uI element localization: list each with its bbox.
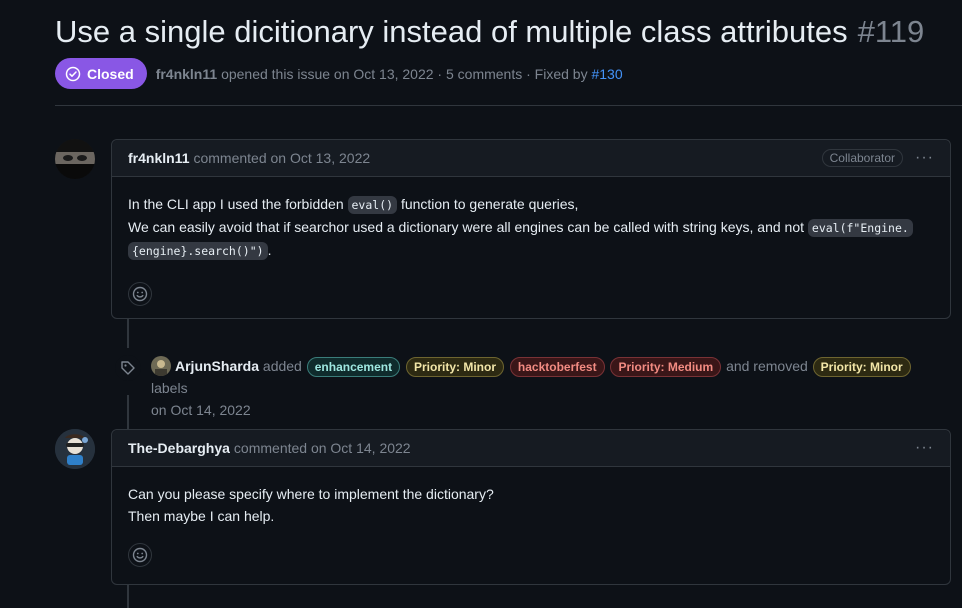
inline-code: {engine}.search()"): [128, 242, 268, 260]
comment-author[interactable]: fr4nkln11: [128, 150, 189, 166]
inline-code: eval(f"Engine.: [807, 219, 913, 237]
smiley-icon: [132, 547, 148, 563]
comment-card: The-Debarghya commented on Oct 14, 2022 …: [111, 429, 951, 585]
comment-text: In the CLI app I used the forbidden: [128, 196, 344, 212]
comment-text: Can you please specify where to implemen…: [128, 486, 494, 502]
issue-meta: Closed fr4nkln11 opened this issue on Oc…: [55, 58, 623, 89]
event-date[interactable]: on Oct 14, 2022: [151, 402, 251, 418]
status-badge: Closed: [55, 58, 147, 89]
label-priority-minor[interactable]: Priority: Minor: [405, 357, 504, 377]
issue-title-text: Use a single dicitionary instead of mult…: [55, 14, 848, 49]
issue-opened-text: opened this issue on Oct 13, 2022 · 5 co…: [221, 65, 588, 82]
collaborator-badge: Collaborator: [821, 149, 904, 167]
comment-body: Can you please specify where to implemen…: [112, 467, 950, 567]
add-reaction-button[interactable]: [128, 282, 152, 306]
smiley-icon: [132, 286, 148, 302]
event-added-text: added: [262, 358, 302, 374]
label-hacktoberfest[interactable]: hacktoberfest: [509, 357, 605, 377]
fixed-by-link[interactable]: #130: [591, 66, 622, 82]
header-divider: [55, 105, 962, 106]
event-removed-text: and removed: [726, 358, 808, 374]
kebab-menu-icon[interactable]: ···: [915, 149, 934, 167]
label-enhancement[interactable]: enhancement: [306, 357, 401, 377]
inline-code: eval(): [347, 196, 398, 214]
closed-check-icon: [65, 66, 81, 82]
label-priority-minor-removed[interactable]: Priority: Minor: [812, 357, 911, 377]
comment-text: We can easily avoid that if searchor use…: [128, 219, 804, 235]
issue-number: #119: [857, 14, 925, 49]
timeline-line: [127, 584, 129, 608]
avatar[interactable]: [55, 429, 95, 469]
label-priority-medium[interactable]: Priority: Medium: [610, 357, 722, 377]
issue-title: Use a single dicitionary instead of mult…: [55, 12, 924, 52]
comment-header: fr4nkln11 commented on Oct 13, 2022 Coll…: [112, 140, 950, 177]
comment-timestamp[interactable]: commented on Oct 14, 2022: [234, 440, 411, 456]
tag-icon: [115, 355, 141, 381]
comment-author[interactable]: The-Debarghya: [128, 440, 230, 456]
add-reaction-button[interactable]: [128, 543, 152, 567]
kebab-menu-icon[interactable]: ···: [915, 439, 934, 457]
timeline-line: [127, 318, 129, 348]
avatar[interactable]: [55, 139, 95, 179]
comment-card: fr4nkln11 commented on Oct 13, 2022 Coll…: [111, 139, 951, 319]
issue-author-link[interactable]: fr4nkln11: [156, 66, 217, 82]
comment-text: Then maybe I can help.: [128, 508, 275, 524]
comment-header: The-Debarghya commented on Oct 14, 2022 …: [112, 430, 950, 467]
comment-body: In the CLI app I used the forbidden eval…: [112, 177, 950, 306]
label-event: ArjunSharda added enhancement Priority: …: [115, 355, 945, 421]
avatar[interactable]: [151, 356, 171, 376]
status-label: Closed: [87, 65, 134, 82]
comment-text: .: [267, 242, 272, 258]
event-suffix: labels: [151, 380, 188, 396]
comment-timestamp[interactable]: commented on Oct 13, 2022: [193, 150, 370, 166]
comment-text: function to generate queries,: [400, 196, 579, 212]
event-actor[interactable]: ArjunSharda: [175, 358, 259, 374]
